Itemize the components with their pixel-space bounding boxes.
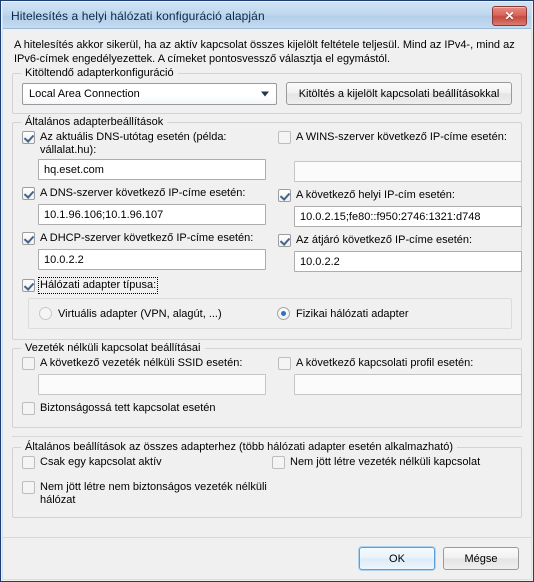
title-bar: Hitelesítés a helyi hálózati konfiguráci… [3, 3, 531, 29]
no-wireless-checkbox[interactable] [272, 456, 285, 469]
no-wireless-label: Nem jött létre vezeték nélküli kapcsolat [290, 456, 481, 468]
close-button[interactable]: ✕ [492, 5, 527, 26]
dns-server-checkbox[interactable] [22, 187, 35, 200]
only-one-active-label: Csak egy kapcsolat aktív [40, 456, 162, 468]
adapter-config-group: Kitöltendő adapterkonfiguráció Local Are… [12, 67, 522, 114]
general-adapter-settings-group-title: Általános adapterbeállítások [21, 116, 168, 128]
only-one-active-check-row: Csak egy kapcsolat aktív [22, 456, 272, 471]
general-adapter-settings-group: Általános adapterbeállítások Az aktuális… [12, 116, 522, 340]
dns-server-check-row: A DNS-szerver következő IP-címe esetén: [22, 187, 266, 202]
wireless-profile-label: A következő kapcsolati profil esetén: [296, 357, 474, 369]
only-one-active-checkbox[interactable] [22, 456, 35, 469]
wireless-ssid-check-row: A következő vezeték nélküli SSID esetén: [22, 357, 266, 372]
adapter-type-check-row: Hálózati adapter típusa: [22, 277, 512, 294]
cancel-button[interactable]: Mégse [443, 547, 519, 570]
radio-virtual-adapter-button[interactable] [39, 307, 52, 320]
general-adapter-left-column: Az aktuális DNS-utótag esetén (példa: vá… [22, 131, 266, 279]
fill-from-selected-connection-button[interactable]: Kitöltés a kijelölt kapcsolati beállítás… [286, 82, 512, 105]
wireless-left-column: A következő vezeték nélküli SSID esetén: [22, 357, 266, 402]
wins-server-check-row: A WINS-szerver következő IP-címe esetén: [278, 131, 522, 146]
close-icon: ✕ [504, 8, 515, 23]
dhcp-server-input[interactable]: 10.0.2.2 [38, 249, 266, 270]
adapter-type-checkbox[interactable] [22, 279, 35, 292]
no-wireless-check-row: Nem jött létre vezeték nélküli kapcsolat [272, 456, 512, 471]
dialog-footer: OK Mégse [3, 537, 531, 579]
wireless-secured-check-row: Biztonságossá tett kapcsolat esetén [22, 402, 512, 417]
wins-server-input[interactable] [294, 161, 522, 182]
dns-suffix-input[interactable]: hq.eset.com [38, 159, 266, 180]
dialog-title: Hitelesítés a helyi hálózati konfiguráci… [11, 8, 265, 23]
dns-suffix-checkbox[interactable] [22, 131, 35, 144]
adapter-config-group-title: Kitöltendő adapterkonfiguráció [21, 67, 178, 79]
no-unsecured-wireless-checkbox[interactable] [22, 481, 35, 494]
section-divider [12, 436, 522, 437]
radio-virtual-adapter[interactable]: Virtuális adapter (VPN, alagút, ...) [39, 307, 277, 320]
ok-button[interactable]: OK [359, 547, 435, 570]
general-adapter-right-column: A WINS-szerver következő IP-címe esetén:… [278, 131, 522, 279]
gateway-check-row: Az átjáró következő IP-címe esetén: [278, 234, 522, 249]
general-all-adapters-group-title: Általános beállítások az összes adapterh… [21, 441, 458, 453]
wins-server-label: A WINS-szerver következő IP-címe esetén: [296, 131, 507, 143]
general-all-adapters-group: Általános beállítások az összes adapterh… [12, 441, 522, 518]
dns-server-input[interactable]: 10.1.96.106;10.1.96.107 [38, 204, 266, 225]
dns-suffix-label: Az aktuális DNS-utótag esetén (példa: vá… [40, 131, 227, 156]
wireless-right-column: A következő kapcsolati profil esetén: [278, 357, 522, 402]
dns-suffix-check-row: Az aktuális DNS-utótag esetén (példa: vá… [22, 131, 266, 157]
wins-server-checkbox[interactable] [278, 131, 291, 144]
local-ip-input[interactable]: 10.0.2.15;fe80::f950:2746:1321:d748 [294, 206, 522, 227]
wireless-ssid-checkbox[interactable] [22, 357, 35, 370]
dhcp-server-label: A DHCP-szerver következő IP-címe esetén: [40, 232, 254, 244]
adapter-select[interactable]: Local Area Connection [22, 82, 277, 105]
local-ip-checkbox[interactable] [278, 189, 291, 202]
local-ip-label: A következő helyi IP-cím esetén: [296, 189, 455, 201]
radio-physical-adapter-label: Fizikai hálózati adapter [296, 307, 409, 320]
radio-virtual-adapter-label: Virtuális adapter (VPN, alagút, ...) [58, 307, 222, 320]
wireless-settings-group-title: Vezeték nélküli kapcsolat beállításai [21, 342, 205, 354]
wireless-secured-label: Biztonságossá tett kapcsolat esetén [40, 402, 216, 414]
general-adapter-columns: Az aktuális DNS-utótag esetén (példa: vá… [22, 131, 522, 279]
dialog-window: Hitelesítés a helyi hálózati konfiguráci… [0, 0, 534, 582]
wireless-columns: A következő vezeték nélküli SSID esetén:… [22, 357, 522, 402]
gateway-label: Az átjáró következő IP-címe esetén: [296, 234, 473, 246]
dhcp-server-check-row: A DHCP-szerver következő IP-címe esetén: [22, 232, 266, 247]
wireless-ssid-label: A következő vezeték nélküli SSID esetén: [40, 357, 243, 369]
general-all-adapters-grid: Csak egy kapcsolat aktív Nem jött létre … [22, 456, 512, 509]
local-ip-check-row: A következő helyi IP-cím esetén: [278, 189, 522, 204]
adapter-type-label: Hálózati adapter típusa: [37, 277, 159, 294]
adapter-config-row: Local Area Connection Kitöltés a kijelöl… [22, 82, 512, 105]
wireless-ssid-input[interactable] [38, 374, 266, 395]
dialog-content: A hitelesítés akkor sikerül, ha az aktív… [3, 29, 531, 537]
dhcp-server-checkbox[interactable] [22, 232, 35, 245]
wireless-secured-checkbox[interactable] [22, 402, 35, 415]
no-unsecured-wireless-check-row: Nem jött létre nem biztonságos vezeték n… [22, 481, 272, 507]
adapter-select-value: Local Area Connection [29, 87, 140, 100]
no-unsecured-wireless-label: Nem jött létre nem biztonságos vezeték n… [40, 481, 267, 506]
gateway-input[interactable]: 10.0.2.2 [294, 251, 522, 272]
dns-server-label: A DNS-szerver következő IP-címe esetén: [40, 187, 246, 199]
radio-physical-adapter[interactable]: Fizikai hálózati adapter [277, 307, 501, 320]
wireless-profile-checkbox[interactable] [278, 357, 291, 370]
dialog-window-inner: Hitelesítés a helyi hálózati konfiguráci… [2, 2, 532, 580]
wireless-profile-check-row: A következő kapcsolati profil esetén: [278, 357, 522, 372]
chevron-down-icon [261, 91, 269, 96]
wireless-settings-group: Vezeték nélküli kapcsolat beállításai A … [12, 342, 522, 428]
adapter-type-radio-panel: Virtuális adapter (VPN, alagút, ...) Fiz… [28, 298, 512, 329]
wireless-profile-input[interactable] [294, 374, 522, 395]
radio-physical-adapter-button[interactable] [277, 307, 290, 320]
gateway-checkbox[interactable] [278, 234, 291, 247]
dialog-description: A hitelesítés akkor sikerül, ha az aktív… [14, 39, 515, 65]
